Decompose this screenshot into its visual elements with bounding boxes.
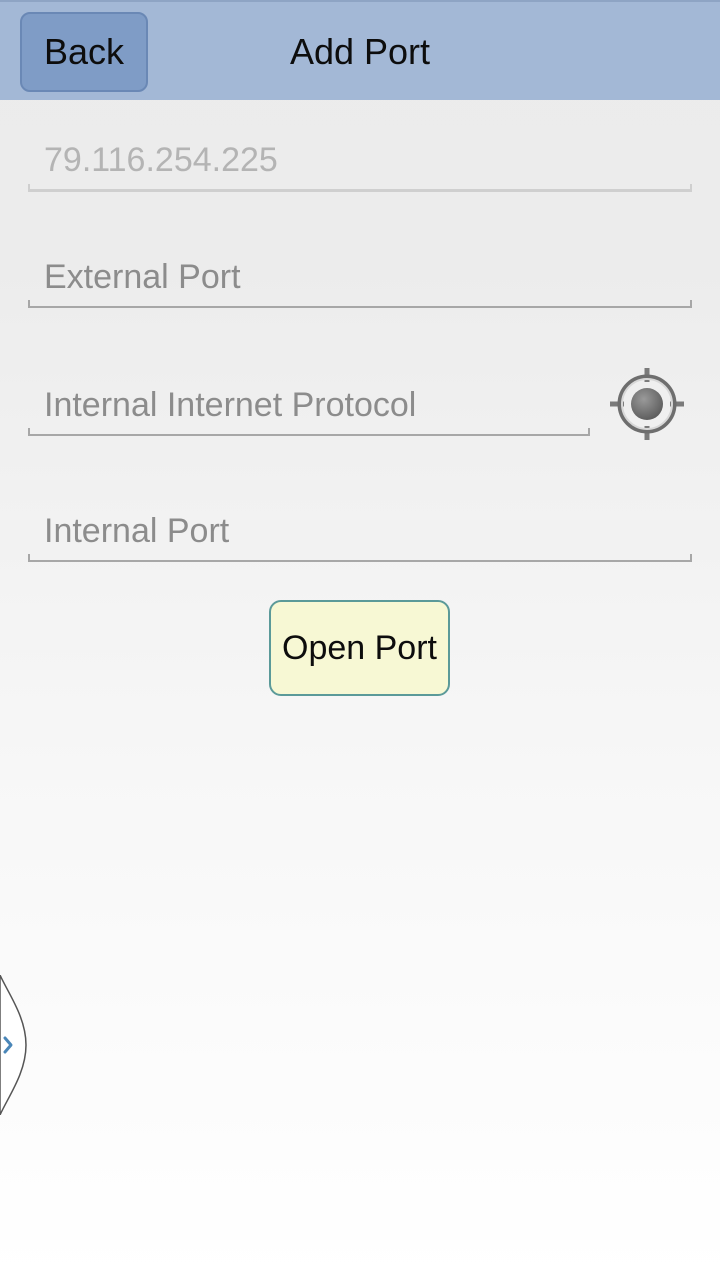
external-ip-field (28, 128, 692, 192)
page-title: Add Port (289, 31, 431, 72)
back-button[interactable]: Back (20, 12, 148, 92)
side-drawer-tab[interactable] (0, 974, 30, 1116)
internal-ip-input[interactable] (28, 374, 590, 436)
open-port-button[interactable]: Open Port (269, 600, 450, 696)
internal-ip-field[interactable] (28, 374, 590, 436)
internal-port-input[interactable] (28, 500, 692, 562)
internal-port-underline (28, 554, 692, 562)
external-ip-underline (28, 184, 692, 192)
top-bar: Back Add Port (0, 0, 720, 100)
external-port-field[interactable] (28, 246, 692, 308)
external-port-input[interactable] (28, 246, 692, 308)
external-port-underline (28, 300, 692, 308)
crosshair-target-icon[interactable] (608, 368, 686, 440)
internal-port-field[interactable] (28, 500, 692, 562)
external-ip-input (28, 128, 692, 192)
internal-ip-underline (28, 428, 590, 436)
